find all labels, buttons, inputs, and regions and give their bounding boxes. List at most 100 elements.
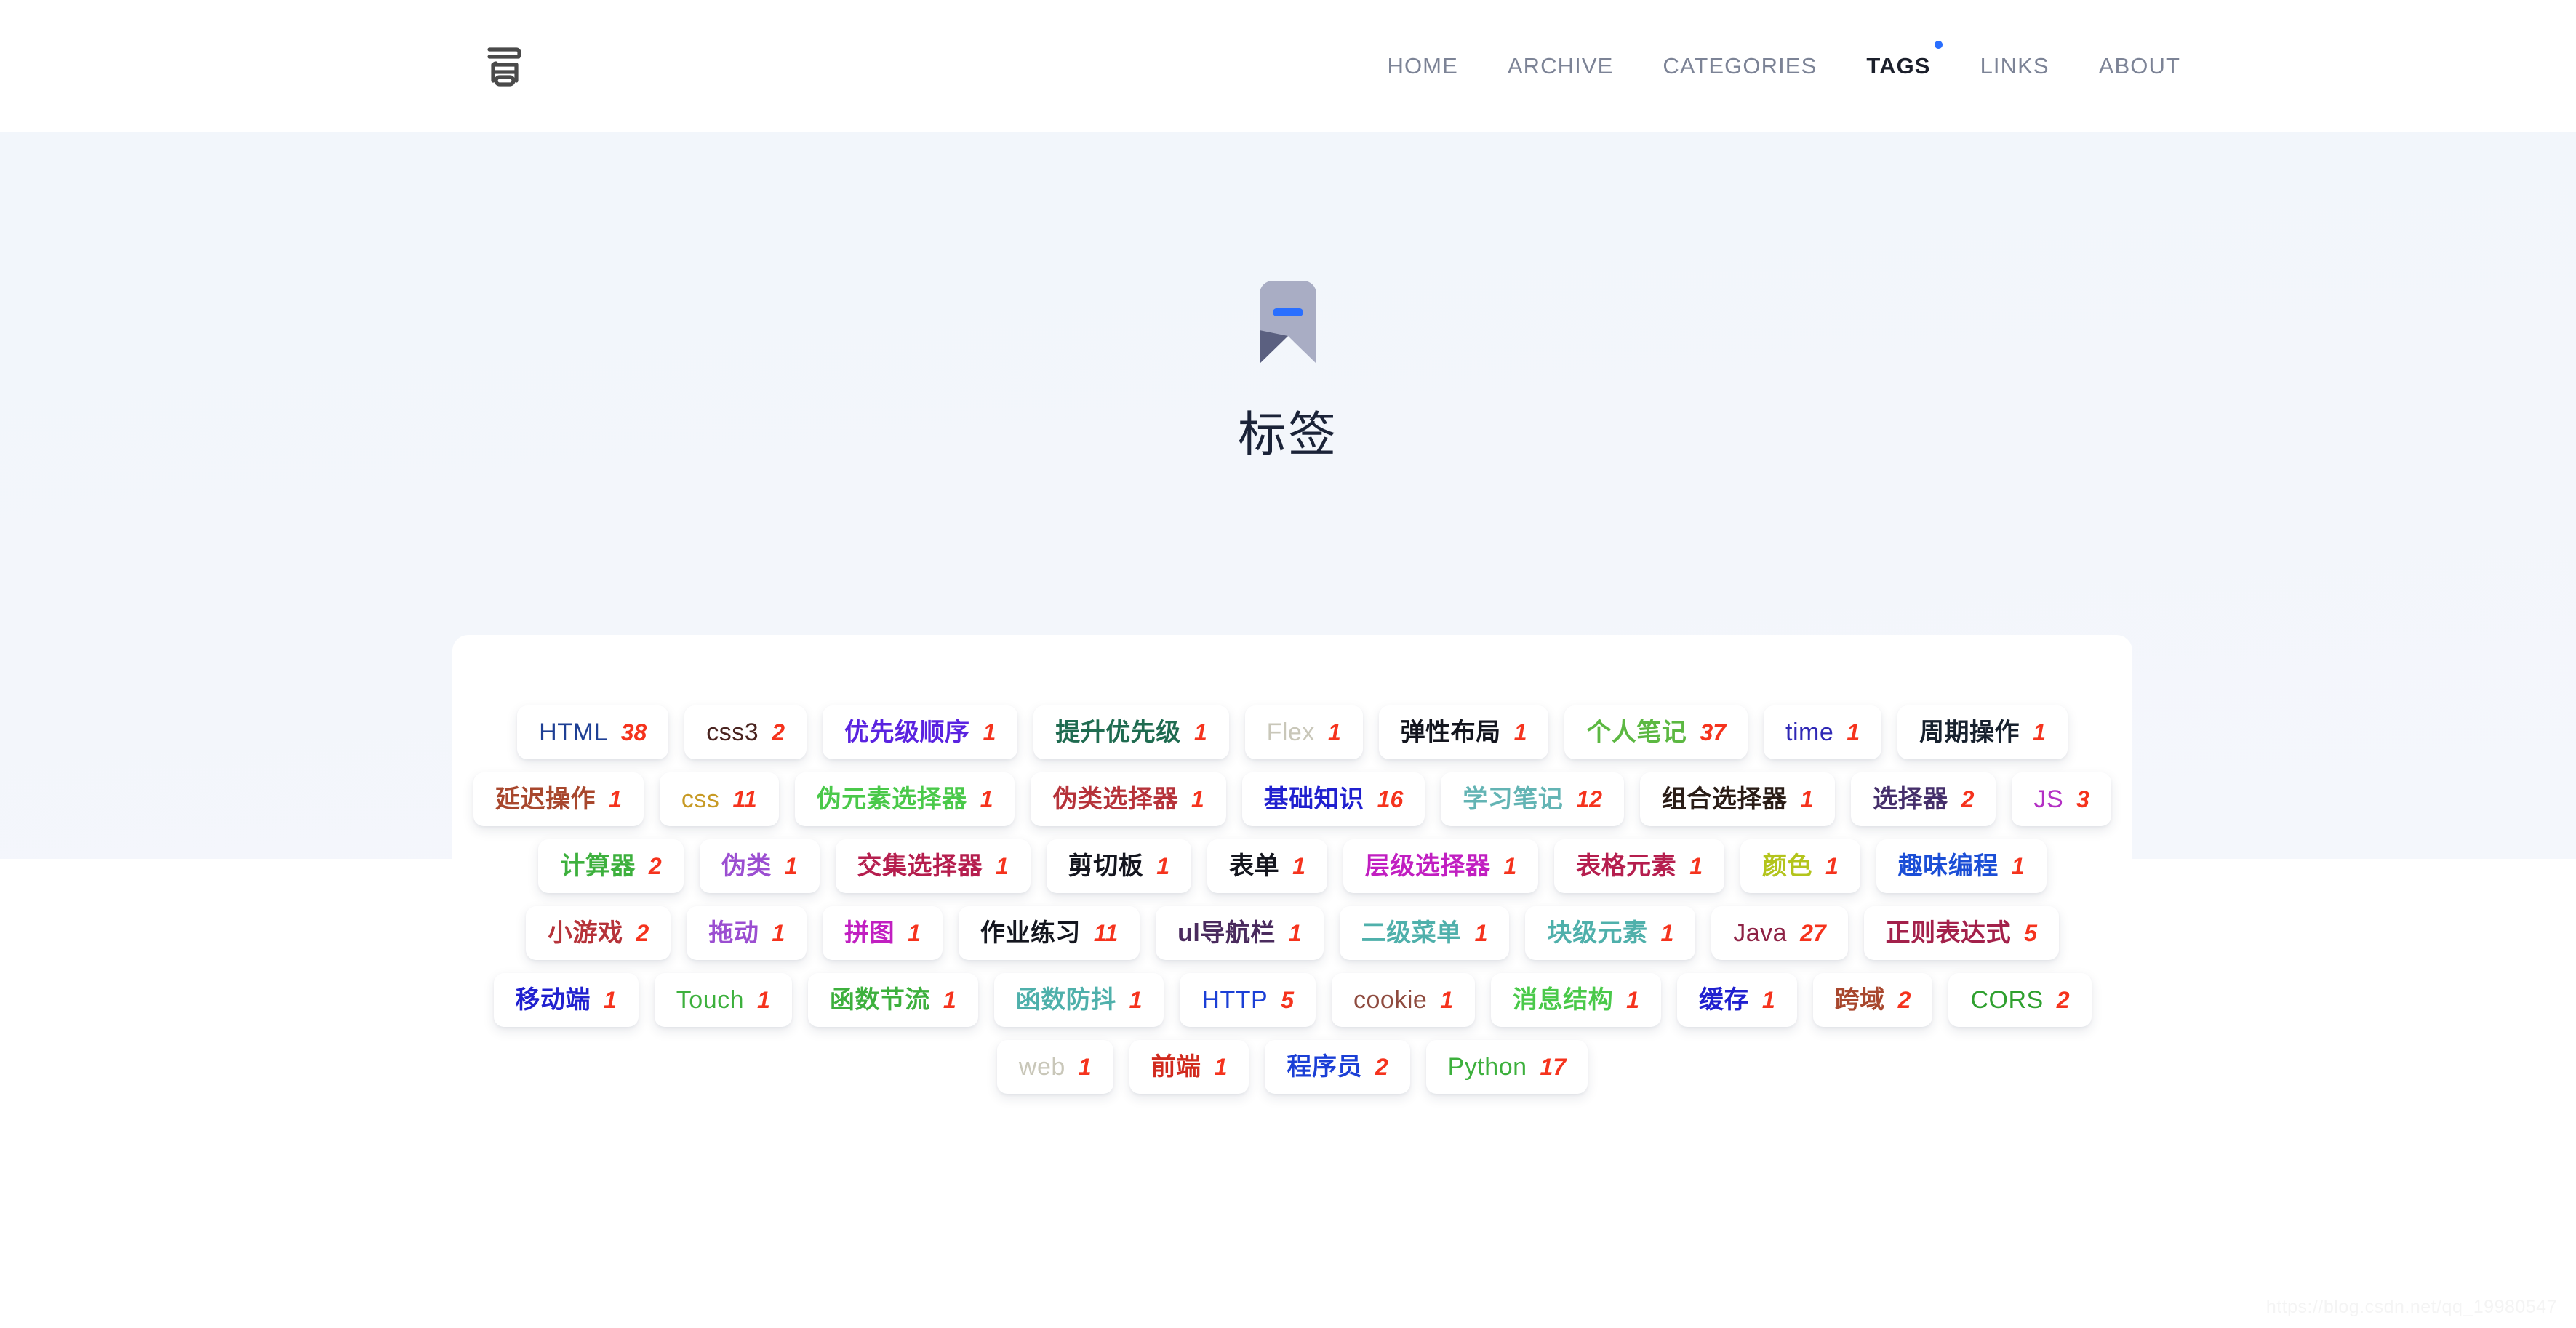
tag-item[interactable]: 颜色 1 <box>1740 839 1860 893</box>
tag-item[interactable]: 个人笔记 37 <box>1564 705 1748 759</box>
tag-name: time <box>1785 719 1834 746</box>
tag-item[interactable]: 组合选择器 1 <box>1639 772 1836 826</box>
tag-count: 1 <box>1689 853 1703 879</box>
tag-item[interactable]: 学习笔记 12 <box>1441 772 1624 826</box>
tag-item[interactable]: Touch 1 <box>654 973 792 1027</box>
tag-item[interactable]: web 1 <box>996 1040 1113 1094</box>
tag-item[interactable]: 跨域 2 <box>1812 973 1933 1027</box>
tag-item[interactable]: HTTP 5 <box>1180 973 1316 1027</box>
tag-item[interactable]: 拖动 1 <box>687 906 807 960</box>
tag-item[interactable]: 块级元素 1 <box>1525 906 1696 960</box>
tag-count: 1 <box>1761 987 1775 1013</box>
nav-label: TAGS <box>1866 53 1931 79</box>
tag-count: 1 <box>772 920 785 946</box>
tag-item[interactable]: 伪类选择器 1 <box>1031 772 1226 826</box>
tag-count: 1 <box>1288 920 1302 946</box>
nav-item-categories[interactable]: CATEGORIES <box>1638 0 1841 132</box>
tag-name: cookie <box>1353 986 1428 1014</box>
tag-item[interactable]: cookie 1 <box>1332 973 1476 1027</box>
tag-count: 12 <box>1576 786 1602 812</box>
tag-name: 层级选择器 <box>1364 852 1491 880</box>
tag-name: 伪元素选择器 <box>816 785 967 813</box>
tag-count: 2 <box>636 920 649 946</box>
tag-item[interactable]: 前端 1 <box>1129 1040 1249 1094</box>
nav-item-about[interactable]: ABOUT <box>2074 0 2205 132</box>
tag-name: 交集选择器 <box>857 852 983 880</box>
tag-item[interactable]: 交集选择器 1 <box>835 839 1031 893</box>
tag-item[interactable]: 二级菜单 1 <box>1339 906 1510 960</box>
tag-name: 弹性布局 <box>1400 719 1501 746</box>
tag-item[interactable]: time 1 <box>1764 705 1882 759</box>
tag-name: 个人笔记 <box>1586 719 1687 746</box>
tag-count: 1 <box>1156 853 1170 879</box>
tag-item[interactable]: 计算器 2 <box>538 839 684 893</box>
tag-item[interactable]: 基础知识 16 <box>1241 772 1425 826</box>
tag-name: 移动端 <box>515 986 591 1014</box>
tag-item[interactable]: 弹性布局 1 <box>1378 705 1549 759</box>
tag-item[interactable]: 作业练习 11 <box>958 906 1140 960</box>
tag-name: HTTP <box>1201 986 1268 1014</box>
tag-item[interactable]: 伪元素选择器 1 <box>794 772 1015 826</box>
nav-label: LINKS <box>1980 53 2049 79</box>
tag-count: 2 <box>648 853 662 879</box>
tag-item[interactable]: HTML 38 <box>517 705 669 759</box>
tag-item[interactable]: 正则表达式 5 <box>1863 906 2059 960</box>
tag-count: 1 <box>1847 719 1860 745</box>
tag-item[interactable]: 周期操作 1 <box>1897 705 2068 759</box>
tag-item[interactable]: CORS 2 <box>1948 973 2092 1027</box>
tag-name: 延迟操作 <box>495 785 596 813</box>
nav-item-links[interactable]: LINKS <box>1956 0 2074 132</box>
page-title: 标签 <box>1238 407 1338 461</box>
tag-name: 前端 <box>1151 1053 1201 1081</box>
tag-item[interactable]: 表格元素 1 <box>1554 839 1724 893</box>
nav-item-home[interactable]: HOME <box>1362 0 1482 132</box>
site-logo[interactable] <box>473 35 536 97</box>
nav-label: CATEGORIES <box>1663 53 1817 79</box>
tag-item[interactable]: 优先级顺序 1 <box>823 705 1018 759</box>
tag-name: web <box>1018 1053 1065 1081</box>
tag-item[interactable]: 程序员 2 <box>1265 1040 1410 1094</box>
tag-count: 1 <box>1513 719 1527 745</box>
tag-name: 二级菜单 <box>1361 919 1462 947</box>
tag-item[interactable]: 小游戏 2 <box>526 906 671 960</box>
tag-item[interactable]: JS 3 <box>2012 772 2111 826</box>
tag-count: 1 <box>784 853 798 879</box>
tag-item[interactable]: 函数节流 1 <box>807 973 978 1027</box>
tag-count: 2 <box>1961 786 1975 812</box>
tag-item[interactable]: 消息结构 1 <box>1491 973 1661 1027</box>
tag-name: 伪类 <box>721 852 772 880</box>
tag-item[interactable]: 拼图 1 <box>823 906 943 960</box>
tag-item[interactable]: 表单 1 <box>1207 839 1327 893</box>
tag-count: 38 <box>620 719 647 745</box>
tag-item[interactable]: ul导航栏 1 <box>1156 906 1324 960</box>
tag-count: 5 <box>2024 920 2037 946</box>
tags-page: HOME ARCHIVE CATEGORIES TAGS LINKS ABOUT… <box>0 0 2576 1328</box>
tag-count: 27 <box>1800 920 1826 946</box>
tag-count: 3 <box>2076 786 2089 812</box>
tag-item[interactable]: 移动端 1 <box>493 973 639 1027</box>
tag-item[interactable]: 层级选择器 1 <box>1343 839 1539 893</box>
tag-name: 函数节流 <box>829 986 930 1014</box>
tag-count: 1 <box>2033 719 2046 745</box>
tag-item[interactable]: css3 2 <box>684 705 807 759</box>
tag-item[interactable]: 函数防抖 1 <box>993 973 1164 1027</box>
tag-item[interactable]: 缓存 1 <box>1676 973 1797 1027</box>
tag-item[interactable]: 延迟操作 1 <box>473 772 644 826</box>
tag-count: 11 <box>1093 920 1119 946</box>
tag-item[interactable]: 趣味编程 1 <box>1876 839 2047 893</box>
tag-name: 程序员 <box>1287 1053 1362 1081</box>
tag-item[interactable]: css 11 <box>659 772 779 826</box>
nav-item-archive[interactable]: ARCHIVE <box>1483 0 1639 132</box>
tag-count: 1 <box>1078 1054 1092 1080</box>
tag-item[interactable]: Java 27 <box>1711 906 1848 960</box>
tag-item[interactable]: 提升优先级 1 <box>1033 705 1229 759</box>
tag-item[interactable]: 选择器 2 <box>1851 772 1996 826</box>
logo-glyph-icon <box>487 47 521 87</box>
nav-item-tags[interactable]: TAGS <box>1841 0 1955 132</box>
tag-item[interactable]: Flex 1 <box>1244 705 1363 759</box>
tag-item[interactable]: Python 17 <box>1425 1040 1588 1094</box>
bookmark-tag-icon <box>1248 281 1328 368</box>
tag-item[interactable]: 剪切板 1 <box>1046 839 1192 893</box>
tag-item[interactable]: 伪类 1 <box>699 839 820 893</box>
tag-name: 表单 <box>1229 852 1280 880</box>
